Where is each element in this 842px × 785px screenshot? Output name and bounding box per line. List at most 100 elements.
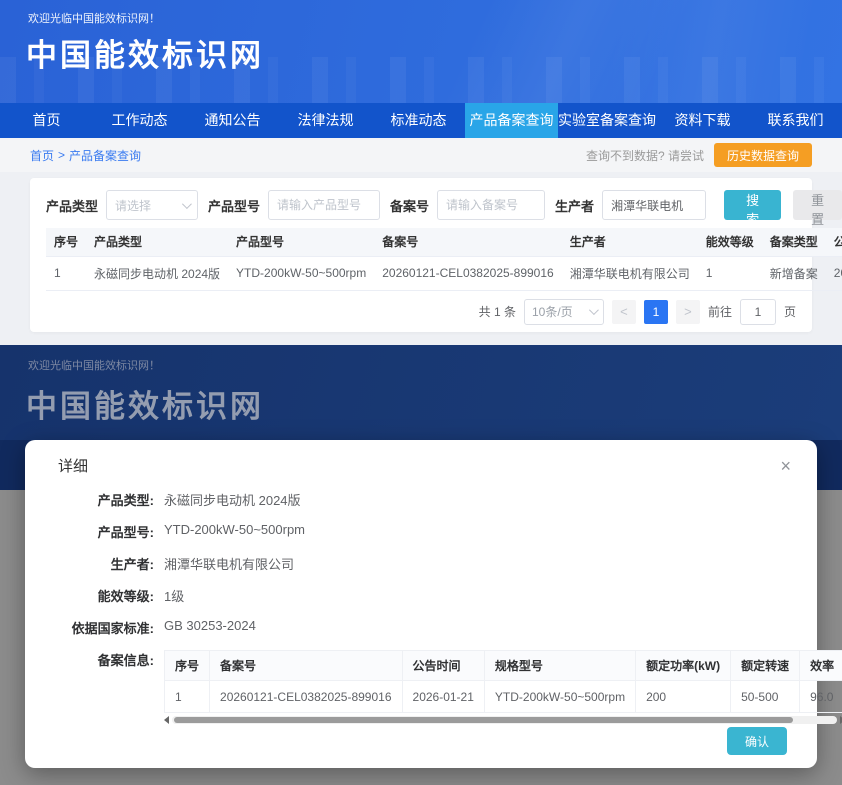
page-number-1[interactable]: 1 [644,300,668,324]
manufacturer-label: 生产者 [555,196,594,215]
record-table-wrapper: 序号 备案号 公告时间 规格型号 额定功率(kW) 额定转速 效率 [164,650,842,724]
modal-label-record-info: 备案信息: [58,650,154,669]
search-button[interactable]: 搜索 [724,190,781,220]
record-number-field: 备案号 [390,190,545,220]
site-title: 中国能效标识网 [26,30,264,75]
modal-label-manufacturer: 生产者: [58,554,154,573]
col-header-announce-date: 公告时间 [826,228,842,256]
close-icon[interactable]: × [780,457,791,475]
modal-value-product-model: YTD-200kW-50~500rpm [164,522,305,537]
scrollbar-thumb[interactable] [174,717,793,723]
rcol-header-rated-speed: 额定转速 [731,651,800,681]
cell-manufacturer: 湘潭华联电机有限公司 [562,256,698,290]
record-table-row: 1 20260121-CEL0382025-899016 2026-01-21 … [165,681,842,713]
rcell-spec-model: YTD-200kW-50~500rpm [484,681,635,713]
rcol-header-announce-date: 公告时间 [402,651,484,681]
screen: 欢迎光临中国能效标识网！ 中国能效标识网 首页 工作动态 通知公告 法律法规 标… [0,0,842,785]
modal-field-national-standard: 依据国家标准: GB 30253-2024 [58,618,787,637]
nav-item-downloads[interactable]: 资料下载 [656,103,749,138]
rcol-header-record-number: 备案号 [210,651,403,681]
goto-label: 前往 [708,303,732,320]
rcol-header-spec-model: 规格型号 [484,651,635,681]
col-header-product-type: 产品类型 [86,228,228,256]
modal-field-product-type: 产品类型: 永磁同步电动机 2024版 [58,490,787,509]
breadcrumb-right-tools: 查询不到数据? 请尝试 历史数据查询 [586,143,812,167]
modal-value-efficiency-grade: 1级 [164,586,184,605]
col-header-manufacturer: 生产者 [562,228,698,256]
modal-value-national-standard: GB 30253-2024 [164,618,256,633]
page-dimmed-with-modal: 欢迎光临中国能效标识网！ 中国能效标识网 详细 × 产品类型: 永磁同步电动机 … [0,345,842,785]
record-number-label: 备案号 [390,196,429,215]
chevron-down-icon [589,305,599,315]
dimmed-welcome-text: 欢迎光临中国能效标识网！ [28,357,160,373]
cell-record-type: 新增备案 [762,256,826,290]
product-type-select[interactable]: 请选择 [106,190,198,220]
results-header-row: 序号 产品类型 产品型号 备案号 生产者 能效等级 备案类型 公告时间 操作 [46,228,842,256]
nav-item-work-news[interactable]: 工作动态 [93,103,186,138]
modal-value-manufacturer: 湘潭华联电机有限公司 [164,554,294,573]
manufacturer-field: 生产者 [555,190,706,220]
cell-product-type: 永磁同步电动机 2024版 [86,256,228,290]
cell-product-model: YTD-200kW-50~500rpm [228,256,374,290]
rcell-rated-power: 200 [636,681,731,713]
rcell-index: 1 [165,681,210,713]
nav-item-contact[interactable]: 联系我们 [749,103,842,138]
breadcrumb-separator: > [58,148,65,162]
record-number-input[interactable] [437,190,545,220]
breadcrumb-current[interactable]: 产品备案查询 [69,147,141,164]
rcell-announce-date: 2026-01-21 [402,681,484,713]
page-size-select[interactable]: 10条/页 [524,299,604,325]
breadcrumb-home-link[interactable]: 首页 [30,147,54,164]
nav-item-lab-record-query[interactable]: 实验室备案查询 [558,103,656,138]
product-model-input[interactable] [268,190,380,220]
scrollbar-track[interactable] [172,716,837,724]
nav-item-home[interactable]: 首页 [0,103,93,138]
modal-field-record-info: 备案信息: 序号 备案号 公告时间 规格型号 额定功率(kW) 额定转速 [58,650,787,724]
rcol-header-efficiency: 效率 [800,651,842,681]
table-row: 1 永磁同步电动机 2024版 YTD-200kW-50~500rpm 2026… [46,256,842,290]
scroll-left-arrow-icon[interactable] [164,716,169,724]
manufacturer-input[interactable] [602,190,706,220]
nav-item-product-record-query[interactable]: 产品备案查询 [465,103,558,138]
modal-header: 详细 × [25,440,817,486]
breadcrumb-bar: 首页 > 产品备案查询 查询不到数据? 请尝试 历史数据查询 [0,138,842,172]
detail-modal: 详细 × 产品类型: 永磁同步电动机 2024版 产品型号: YTD-200kW… [25,440,817,768]
dimmed-site-banner: 欢迎光临中国能效标识网！ 中国能效标识网 [0,345,842,440]
product-type-field: 产品类型 请选择 [46,190,198,220]
cell-announce-date: 2026-01-21 [826,256,842,290]
modal-body: 产品类型: 永磁同步电动机 2024版 产品型号: YTD-200kW-50~5… [25,486,817,724]
modal-label-product-model: 产品型号: [58,522,154,541]
modal-label-national-standard: 依据国家标准: [58,618,154,637]
history-data-query-button[interactable]: 历史数据查询 [714,143,812,167]
chevron-down-icon [182,199,192,209]
modal-value-product-type: 永磁同步电动机 2024版 [164,490,301,509]
query-panel: 产品类型 请选择 产品型号 备案号 [30,178,812,332]
horizontal-scrollbar [164,716,842,724]
product-model-field: 产品型号 [208,190,380,220]
total-count: 共 1 条 [479,303,516,320]
nav-item-notices[interactable]: 通知公告 [186,103,279,138]
welcome-text: 欢迎光临中国能效标识网！ [28,10,160,26]
search-form: 产品类型 请选择 产品型号 备案号 [46,178,796,228]
cell-index: 1 [46,256,86,290]
page-unit-label: 页 [784,303,796,320]
col-header-product-model: 产品型号 [228,228,374,256]
prev-page-button[interactable]: < [612,300,636,324]
modal-label-product-type: 产品类型: [58,490,154,509]
pagination: 共 1 条 10条/页 < 1 > 前往 页 [46,291,796,333]
nav-item-laws[interactable]: 法律法规 [279,103,372,138]
modal-label-efficiency-grade: 能效等级: [58,586,154,605]
col-header-index: 序号 [46,228,86,256]
next-page-button[interactable]: > [676,300,700,324]
reset-button[interactable]: 重置 [793,190,842,220]
page-normal: 欢迎光临中国能效标识网！ 中国能效标识网 首页 工作动态 通知公告 法律法规 标… [0,0,842,345]
product-type-placeholder: 请选择 [115,197,151,214]
confirm-button[interactable]: 确认 [727,727,787,755]
dimmed-site-title: 中国能效标识网 [26,381,264,426]
goto-page-input[interactable] [740,299,776,325]
record-table: 序号 备案号 公告时间 规格型号 额定功率(kW) 额定转速 效率 [164,650,842,713]
nav-item-standards[interactable]: 标准动态 [372,103,465,138]
col-header-record-type: 备案类型 [762,228,826,256]
site-banner: 欢迎光临中国能效标识网！ 中国能效标识网 [0,0,842,103]
rcol-header-index: 序号 [165,651,210,681]
